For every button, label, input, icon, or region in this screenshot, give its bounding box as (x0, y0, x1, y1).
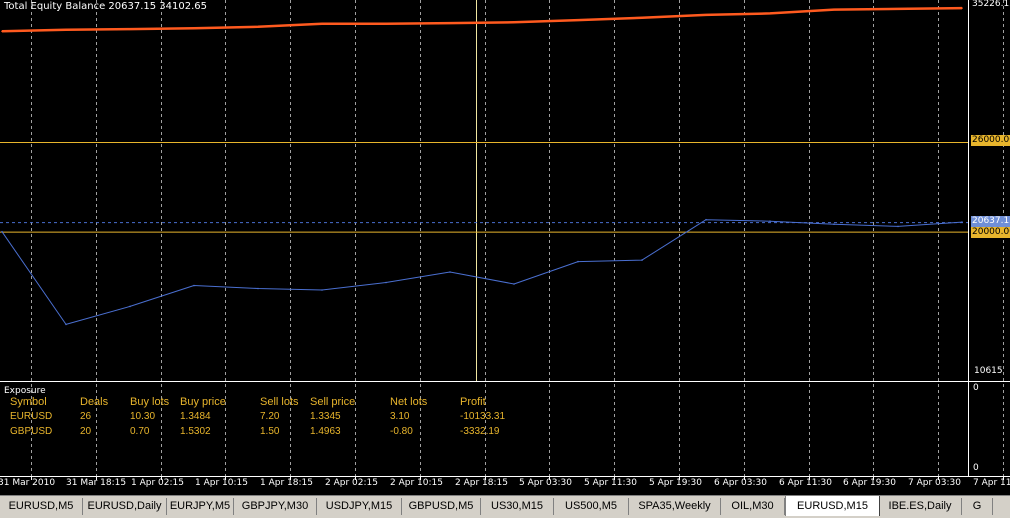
time-axis-label: 6 Apr 11:30 (779, 478, 832, 488)
row-deals: 26 (80, 411, 92, 422)
time-axis-label: 31 Mar 2010 (0, 478, 56, 488)
series-point (577, 260, 579, 263)
indicator-title: Total Equity Balance 20637.15 34102.65 (4, 1, 207, 12)
chart-tab[interactable]: US30,M15 (481, 498, 554, 515)
row-sell-price: 1.4963 (310, 426, 341, 437)
header-net-lots: Net lots (390, 396, 428, 408)
chart-tab[interactable]: USDJPY,M15 (317, 498, 402, 515)
series-point (769, 220, 771, 222)
time-axis-label: 7 Apr 11:30 (973, 478, 1010, 488)
row-sell-lots: 7.20 (260, 411, 280, 422)
series-point (65, 29, 67, 31)
time-axis-label: 5 Apr 11:30 (584, 478, 637, 488)
row-buy-lots: 10.30 (130, 411, 156, 422)
row-sell-price: 1.3345 (310, 411, 341, 422)
header-buy-lots: Buy lots (130, 396, 170, 408)
row-deals: 20 (80, 426, 92, 437)
series-point (129, 305, 131, 308)
series-point (321, 289, 323, 291)
header-symbol: Symbol (10, 396, 47, 408)
exposure-scale-bottom: 0 (973, 463, 979, 473)
chart-tab[interactable]: EURUSD,M15 (785, 496, 880, 516)
chart-tab[interactable]: GBPUSD,M5 (402, 498, 481, 515)
series-point (449, 22, 451, 24)
chart-tab[interactable]: EURJPY,M5 (167, 498, 234, 515)
series-point (385, 23, 387, 25)
series-point (449, 271, 451, 273)
chart-tab[interactable]: OIL,M30 (721, 498, 785, 515)
price-label-current: 20637.15 (971, 216, 1010, 227)
series-point (769, 12, 771, 15)
header-deals: Deals (80, 396, 109, 408)
row-profit: -10133.31 (460, 411, 506, 422)
time-axis-label: 6 Apr 03:30 (714, 478, 767, 488)
time-axis-label: 2 Apr 02:15 (325, 478, 378, 488)
series-point (833, 8, 835, 11)
indicator-values: 20637.15 34102.65 (108, 1, 208, 12)
series-point (641, 17, 643, 19)
series-point (1, 230, 3, 233)
header-sell-price: Sell price (310, 396, 356, 408)
series-point (65, 323, 67, 326)
chart-tab[interactable]: GBPJPY,M30 (234, 498, 317, 515)
series-point (705, 14, 707, 16)
chart-tab-bar[interactable]: EURUSD,M5 EURUSD,Daily EURJPY,M5 GBPJPY,M30… (0, 495, 1010, 518)
price-label-top: 35226.13 (972, 0, 1010, 9)
series-point (961, 221, 963, 223)
series-point (1, 30, 3, 33)
series-point (193, 27, 195, 30)
time-axis-label: 1 Apr 10:15 (195, 478, 248, 488)
exposure-subwindow[interactable]: Exposure 0 0 Symbol Deals Buy lots Buy p… (0, 383, 1010, 477)
series-point (833, 223, 835, 225)
series-point (897, 225, 899, 228)
row-buy-price: 1.5302 (180, 426, 211, 437)
row-net-lots: -0.80 (390, 426, 413, 437)
row-buy-lots: 0.70 (130, 426, 150, 437)
series-point (705, 218, 707, 221)
exposure-scale-top: 0 (973, 383, 979, 393)
series-point (193, 284, 195, 287)
series-point (257, 287, 259, 290)
price-label-level-lower: 20000.00 (971, 227, 1010, 238)
time-axis-label: 5 Apr 03:30 (519, 478, 572, 488)
time-axis-label: 1 Apr 02:15 (131, 478, 184, 488)
series-point (321, 23, 323, 25)
chart-tab[interactable]: US500,M5 (554, 498, 629, 515)
time-axis-label: 5 Apr 19:30 (649, 478, 702, 488)
time-axis-label: 2 Apr 10:15 (390, 478, 443, 488)
equity-chart[interactable] (0, 0, 1010, 384)
chart-tab[interactable]: EURUSD,M5 (0, 498, 83, 515)
chart-tab[interactable]: IBE.ES,Daily (879, 498, 962, 515)
price-label-level-upper: 26000.00 (971, 135, 1010, 146)
row-buy-price: 1.3484 (180, 411, 211, 422)
row-symbol: GBPUSD (10, 426, 53, 437)
series-point (513, 283, 515, 285)
time-axis-label: 6 Apr 19:30 (843, 478, 896, 488)
row-sell-lots: 1.50 (260, 426, 280, 437)
chart-tab[interactable]: G (962, 498, 993, 515)
series-point (385, 281, 387, 284)
series-point (513, 21, 515, 24)
series-point (961, 7, 963, 9)
header-buy-price: Buy price (180, 396, 226, 408)
time-axis-label: 7 Apr 03:30 (908, 478, 961, 488)
main-chart-window[interactable]: Total Equity Balance 20637.15 34102.65 3… (0, 0, 1010, 384)
time-axis-label: 31 Mar 18:15 (66, 478, 127, 488)
header-sell-lots: Sell lots (260, 396, 299, 408)
time-axis-label: 2 Apr 18:15 (455, 478, 508, 488)
series-point (577, 19, 579, 21)
series-point (129, 28, 131, 30)
chart-tab[interactable]: EURUSD,Daily (83, 498, 167, 515)
price-label-bottom: 10615 (974, 366, 1003, 376)
chart-tab[interactable]: SPA35,Weekly (629, 498, 721, 515)
series-point (897, 8, 899, 10)
row-net-lots: 3.10 (390, 411, 410, 422)
row-profit: -3332.19 (460, 426, 500, 437)
indicator-name: Total Equity Balance (4, 1, 106, 12)
series-point (641, 259, 643, 261)
row-symbol: EURUSD (10, 411, 53, 422)
header-profit: Profit (460, 396, 486, 408)
time-axis-label: 1 Apr 18:15 (260, 478, 313, 488)
series-point (257, 26, 259, 28)
